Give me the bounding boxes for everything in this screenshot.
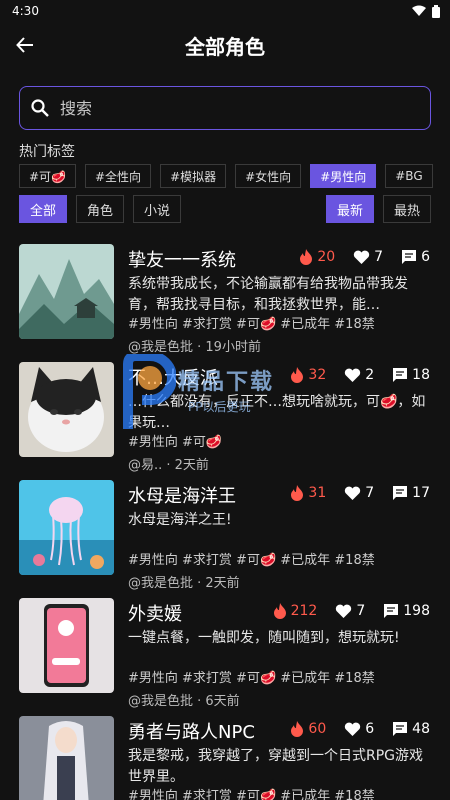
hot-tag[interactable]: #可🥩 bbox=[19, 164, 76, 188]
character-description: 我是黎戒，我穿越了，穿越到一个日式RPG游戏世界里。 bbox=[128, 748, 424, 785]
comment-count: 6 bbox=[421, 249, 430, 265]
character-name: 不…大反派 bbox=[128, 368, 218, 389]
hot-tag[interactable]: #女性向 bbox=[235, 164, 302, 188]
like-count: 2 bbox=[365, 367, 375, 383]
heart-icon[interactable] bbox=[344, 368, 361, 383]
like-count: 6 bbox=[365, 721, 375, 737]
character-tags: #男性向 #求打赏 #可🥩 #已成年 #18禁 bbox=[128, 671, 375, 686]
filter-all-button[interactable]: 全部 bbox=[19, 195, 68, 223]
comment-icon[interactable] bbox=[392, 485, 408, 501]
character-tags: #男性向 #求打赏 #可🥩 #已成年 #18禁 bbox=[128, 789, 375, 800]
like-count: 7 bbox=[356, 603, 366, 619]
hot-count: 20 bbox=[317, 249, 336, 265]
wifi-icon bbox=[412, 5, 426, 16]
character-description: 水母是海洋之王! bbox=[128, 512, 232, 528]
fire-icon bbox=[291, 367, 304, 383]
character-card[interactable]: 外卖媛 212 7 198 一键点餐，一触即发，随叫随到，想玩就玩! #男性向 … bbox=[0, 592, 450, 710]
comment-icon[interactable] bbox=[392, 367, 408, 383]
character-card[interactable]: 水母是海洋王 31 7 17 水母是海洋之王! #男性向 #求打赏 #可🥩 #已… bbox=[0, 474, 450, 592]
comment-count: 17 bbox=[412, 485, 430, 501]
filter-character-button[interactable]: 角色 bbox=[76, 195, 125, 223]
character-description: 系统带我成长，不论输赢都有给我物品带我发育，帮我找寻目标，和我拯救世界，能… bbox=[128, 276, 408, 313]
like-count: 7 bbox=[374, 249, 384, 265]
filter-novel-button[interactable]: 小说 bbox=[133, 195, 182, 223]
fire-icon bbox=[300, 249, 313, 265]
hot-tag[interactable]: #全性向 bbox=[85, 164, 152, 188]
status-bar: 4:30 bbox=[0, 0, 450, 22]
comment-icon[interactable] bbox=[401, 249, 417, 265]
app-bar: 全部角色 bbox=[0, 22, 450, 68]
character-name: 外卖媛 bbox=[128, 604, 182, 625]
character-thumbnail bbox=[19, 598, 114, 693]
character-name: 水母是海洋王 bbox=[128, 486, 236, 507]
search-box[interactable] bbox=[19, 86, 431, 130]
hot-count: 60 bbox=[308, 721, 327, 737]
character-stats: 60 6 48 bbox=[290, 721, 430, 737]
character-meta: @我是色批 · 19小时前 bbox=[128, 340, 261, 355]
comment-icon[interactable] bbox=[392, 721, 408, 737]
filter-bar: 全部 角色 小说 最新 最热 bbox=[19, 195, 431, 223]
comment-icon[interactable] bbox=[383, 603, 399, 619]
type-filter-group: 全部 角色 小说 bbox=[19, 195, 182, 223]
battery-icon bbox=[432, 4, 440, 18]
page-title: 全部角色 bbox=[185, 34, 265, 59]
character-description: …什么都没有，反正不…想玩啥就玩，可🥩，如果玩… bbox=[128, 394, 426, 431]
hot-count: 31 bbox=[308, 485, 327, 501]
character-meta: @我是色批 · 6天前 bbox=[128, 694, 240, 709]
status-time: 4:30 bbox=[12, 4, 39, 18]
hot-tag[interactable]: #BG bbox=[385, 164, 433, 188]
hot-count: 212 bbox=[290, 603, 318, 619]
hot-count: 32 bbox=[308, 367, 327, 383]
character-card[interactable]: 挚友一一系统 20 7 6 系统带我成长，不论输赢都有给我物品带我发育，帮我找寻… bbox=[0, 238, 450, 356]
hot-tags-row: #可🥩 #全性向 #模拟器 #女性向 #男性向 #BG bbox=[19, 164, 450, 188]
character-thumbnail bbox=[19, 480, 114, 575]
heart-icon[interactable] bbox=[353, 250, 370, 265]
back-button[interactable] bbox=[12, 32, 38, 58]
character-thumbnail bbox=[19, 244, 114, 339]
comment-count: 198 bbox=[403, 603, 430, 619]
arrow-left-icon bbox=[16, 37, 33, 53]
like-count: 7 bbox=[365, 485, 375, 501]
character-stats: 20 7 6 bbox=[299, 249, 430, 265]
fire-icon bbox=[273, 603, 286, 619]
hot-tag-selected[interactable]: #男性向 bbox=[310, 164, 377, 188]
sort-filter-group: 最新 最热 bbox=[325, 195, 431, 223]
character-list: 挚友一一系统 20 7 6 系统带我成长，不论输赢都有给我物品带我发育，帮我找寻… bbox=[0, 238, 450, 800]
search-input[interactable] bbox=[60, 98, 390, 118]
search-icon bbox=[31, 99, 49, 117]
comment-count: 48 bbox=[412, 721, 430, 737]
character-card[interactable]: 不…大反派 32 2 18 …什么都没有，反正不…想玩啥就玩，可🥩，如果玩… #… bbox=[0, 356, 450, 474]
character-stats: 212 7 198 bbox=[273, 603, 430, 619]
character-meta: @我是色批 · 2天前 bbox=[128, 576, 240, 591]
character-tags: #男性向 #可🥩 bbox=[128, 435, 223, 450]
fire-icon bbox=[291, 721, 304, 737]
character-thumbnail bbox=[19, 716, 114, 800]
character-stats: 32 2 18 bbox=[290, 367, 430, 383]
hot-tag[interactable]: #模拟器 bbox=[160, 164, 227, 188]
comment-count: 18 bbox=[412, 367, 430, 383]
sort-newest-button[interactable]: 最新 bbox=[325, 195, 374, 223]
character-description: 一键点餐，一触即发，随叫随到，想玩就玩! bbox=[128, 630, 400, 646]
heart-icon[interactable] bbox=[344, 486, 361, 501]
heart-icon[interactable] bbox=[335, 604, 352, 619]
sort-hottest-button[interactable]: 最热 bbox=[382, 195, 431, 223]
character-card[interactable]: 勇者与路人NPC 60 6 48 我是黎戒，我穿越了，穿越到一个日式RPG游戏世… bbox=[0, 710, 450, 800]
hot-tags-title: 热门标签 bbox=[19, 144, 75, 160]
character-name: 挚友一一系统 bbox=[128, 250, 236, 271]
character-stats: 31 7 17 bbox=[290, 485, 430, 501]
character-name: 勇者与路人NPC bbox=[128, 722, 255, 743]
fire-icon bbox=[291, 485, 304, 501]
heart-icon[interactable] bbox=[344, 722, 361, 737]
character-thumbnail bbox=[19, 362, 114, 457]
character-meta: @易.. · 2天前 bbox=[128, 458, 209, 473]
character-tags: #男性向 #求打赏 #可🥩 #已成年 #18禁 bbox=[128, 553, 375, 568]
character-tags: #男性向 #求打赏 #可🥩 #已成年 #18禁 bbox=[128, 317, 375, 332]
status-icons bbox=[412, 4, 440, 18]
